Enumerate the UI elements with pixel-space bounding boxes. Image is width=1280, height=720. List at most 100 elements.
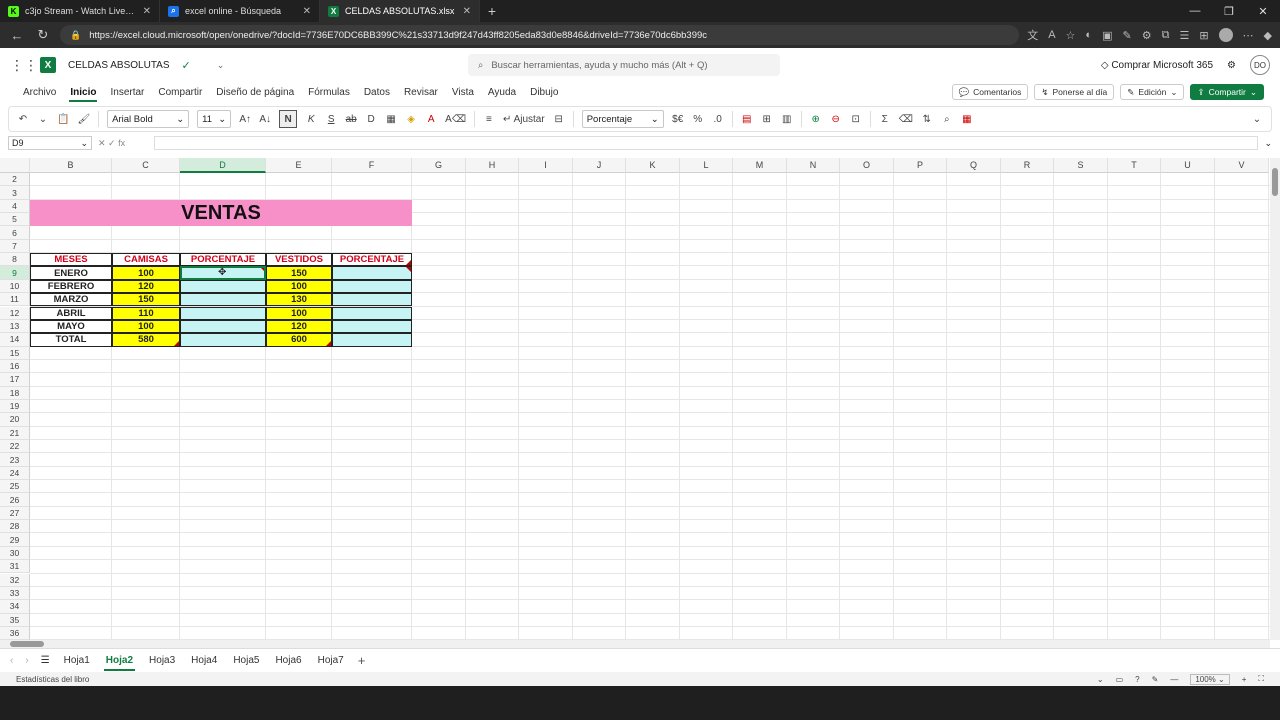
- merge-icon[interactable]: ⊟: [553, 114, 565, 125]
- back-icon[interactable]: ←: [8, 28, 26, 43]
- zoom-level[interactable]: 100% ⌄: [1190, 673, 1230, 685]
- fx-icon[interactable]: fx: [118, 138, 125, 148]
- format-painter-icon[interactable]: 🖌: [77, 114, 90, 125]
- row-header-33[interactable]: 33: [0, 586, 30, 601]
- row-header-31[interactable]: 31: [0, 560, 30, 574]
- strikethrough-icon[interactable]: ab: [345, 114, 357, 125]
- row-header-25[interactable]: 25: [0, 480, 30, 494]
- extension-icon[interactable]: ✎: [1122, 29, 1131, 42]
- tab-revisar[interactable]: Revisar: [397, 82, 445, 102]
- vestidos-cell[interactable]: 100: [266, 306, 332, 320]
- extension-icon[interactable]: ◐: [1085, 29, 1092, 41]
- sheet-tab-hoja3[interactable]: Hoja3: [147, 649, 177, 673]
- spreadsheet-grid[interactable]: B C D E F G H I J K L M N O P Q R S T U V 2 3 4 5 6 7 8 9 10 11 12 13 14 1…: [0, 158, 1270, 640]
- column-header-s[interactable]: S: [1054, 158, 1108, 173]
- tab-datos[interactable]: Datos: [357, 82, 397, 102]
- select-all-corner[interactable]: [0, 158, 30, 173]
- collections-icon[interactable]: ⊞: [1199, 29, 1208, 42]
- number-format-dropdown[interactable]: Porcentaje ⌄: [581, 110, 664, 128]
- decimal-icon[interactable]: .0: [712, 114, 724, 125]
- column-header-r[interactable]: R: [1001, 158, 1054, 173]
- chevron-down-icon[interactable]: ⌄: [217, 60, 225, 71]
- clear-icon[interactable]: ⌫: [899, 114, 913, 125]
- favorites-icon[interactable]: ☰: [1179, 29, 1189, 42]
- column-header-p[interactable]: P: [894, 158, 947, 173]
- document-name[interactable]: CELDAS ABSOLUTAS: [68, 60, 170, 71]
- clear-format-icon[interactable]: A⌫: [445, 114, 466, 125]
- vestidos-cell[interactable]: 120: [266, 319, 332, 334]
- undo-icon[interactable]: ↶: [17, 114, 29, 125]
- row-header-7[interactable]: 7: [0, 239, 30, 254]
- row-header-10[interactable]: 10: [0, 279, 30, 294]
- column-header-m[interactable]: M: [733, 158, 787, 173]
- borders-icon[interactable]: ▦: [385, 114, 397, 125]
- url-field[interactable]: 🔒 https://excel.cloud.microsoft/open/one…: [60, 25, 1020, 45]
- font-color-icon[interactable]: A: [425, 114, 437, 125]
- confirm-icon[interactable]: ✓: [108, 138, 118, 148]
- column-header-u[interactable]: U: [1161, 158, 1215, 173]
- close-icon[interactable]: ✕: [463, 6, 471, 17]
- app-launcher-icon[interactable]: ⋮⋮: [10, 57, 38, 74]
- extension-icon[interactable]: ⚙: [1142, 29, 1152, 42]
- browser-tab-excel[interactable]: X CELDAS ABSOLUTAS.xlsx ✕: [320, 0, 480, 22]
- row-header-29[interactable]: 29: [0, 533, 30, 547]
- scroll-thumb[interactable]: [10, 641, 44, 647]
- row-header-35[interactable]: 35: [0, 613, 30, 627]
- row-header-21[interactable]: 21: [0, 426, 30, 440]
- zoom-out-icon[interactable]: —: [1170, 675, 1178, 684]
- formula-input[interactable]: [154, 136, 1259, 150]
- column-header-k[interactable]: K: [626, 158, 680, 173]
- sheet-tab-hoja4[interactable]: Hoja4: [189, 649, 219, 673]
- row-header-17[interactable]: 17: [0, 373, 30, 387]
- tab-vista[interactable]: Vista: [445, 82, 481, 102]
- split-screen-icon[interactable]: ⧉: [1162, 29, 1170, 42]
- column-header-i[interactable]: I: [519, 158, 573, 173]
- excel-logo-icon[interactable]: X: [40, 57, 56, 73]
- month-cell[interactable]: MARZO: [30, 293, 112, 307]
- close-icon[interactable]: ✕: [303, 6, 311, 17]
- editing-mode-button[interactable]: ✎ Edición ⌄: [1120, 84, 1185, 100]
- close-icon[interactable]: ✕: [143, 6, 151, 17]
- column-header-l[interactable]: L: [680, 158, 733, 173]
- font-name-dropdown[interactable]: Arial Bold ⌄: [107, 110, 190, 128]
- align-icon[interactable]: ≡: [483, 114, 495, 125]
- share-button[interactable]: ⇪ Compartir ⌄: [1190, 84, 1264, 100]
- prev-sheet-icon[interactable]: ‹: [10, 655, 13, 666]
- italic-button[interactable]: K: [305, 114, 317, 125]
- conditional-format-icon[interactable]: ▤: [741, 114, 753, 125]
- row-header-15[interactable]: 15: [0, 346, 30, 360]
- porcentaje-vestidos-cell[interactable]: [332, 306, 412, 320]
- buy-microsoft-365-link[interactable]: ◇ Comprar Microsoft 365: [1101, 60, 1213, 71]
- row-header-18[interactable]: 18: [0, 386, 30, 400]
- vestidos-cell[interactable]: 130: [266, 293, 332, 307]
- column-header-v[interactable]: V: [1215, 158, 1269, 173]
- table-format-icon[interactable]: ⊞: [761, 114, 773, 125]
- workbook-statistics[interactable]: Estadísticas del libro: [16, 675, 89, 684]
- header-cell-e[interactable]: VESTIDOS: [266, 253, 332, 267]
- row-header-28[interactable]: 28: [0, 520, 30, 534]
- porcentaje-vestidos-cell[interactable]: [332, 333, 412, 347]
- porcentaje-camisas-cell[interactable]: [180, 293, 266, 307]
- row-header-11[interactable]: 11: [0, 293, 30, 307]
- scroll-thumb[interactable]: [1272, 168, 1278, 196]
- read-aloud-icon[interactable]: A: [1048, 29, 1055, 41]
- month-cell[interactable]: FEBRERO: [30, 279, 112, 294]
- row-header-30[interactable]: 30: [0, 546, 30, 561]
- favorite-star-icon[interactable]: ☆: [1066, 29, 1076, 42]
- fullscreen-icon[interactable]: ⛶: [1258, 674, 1264, 684]
- help-icon[interactable]: ?: [1135, 675, 1139, 684]
- camisas-cell[interactable]: 120: [112, 279, 180, 294]
- tab-diseno-pagina[interactable]: Diseño de página: [209, 82, 301, 102]
- sheet-tab-hoja7[interactable]: Hoja7: [316, 649, 346, 673]
- row-header-9[interactable]: 9: [0, 266, 30, 280]
- row-header-8[interactable]: 8: [0, 253, 30, 267]
- chevron-down-icon[interactable]: ⌄: [1264, 138, 1272, 149]
- more-icon[interactable]: ⋯: [1243, 29, 1254, 42]
- tab-compartir[interactable]: Compartir: [151, 82, 209, 102]
- row-header-16[interactable]: 16: [0, 359, 30, 374]
- column-header-h[interactable]: H: [466, 158, 519, 173]
- sheet-tab-hoja5[interactable]: Hoja5: [231, 649, 261, 673]
- porcentaje-camisas-cell[interactable]: [180, 319, 266, 334]
- row-header-22[interactable]: 22: [0, 440, 30, 454]
- vestidos-cell[interactable]: 150: [266, 266, 332, 280]
